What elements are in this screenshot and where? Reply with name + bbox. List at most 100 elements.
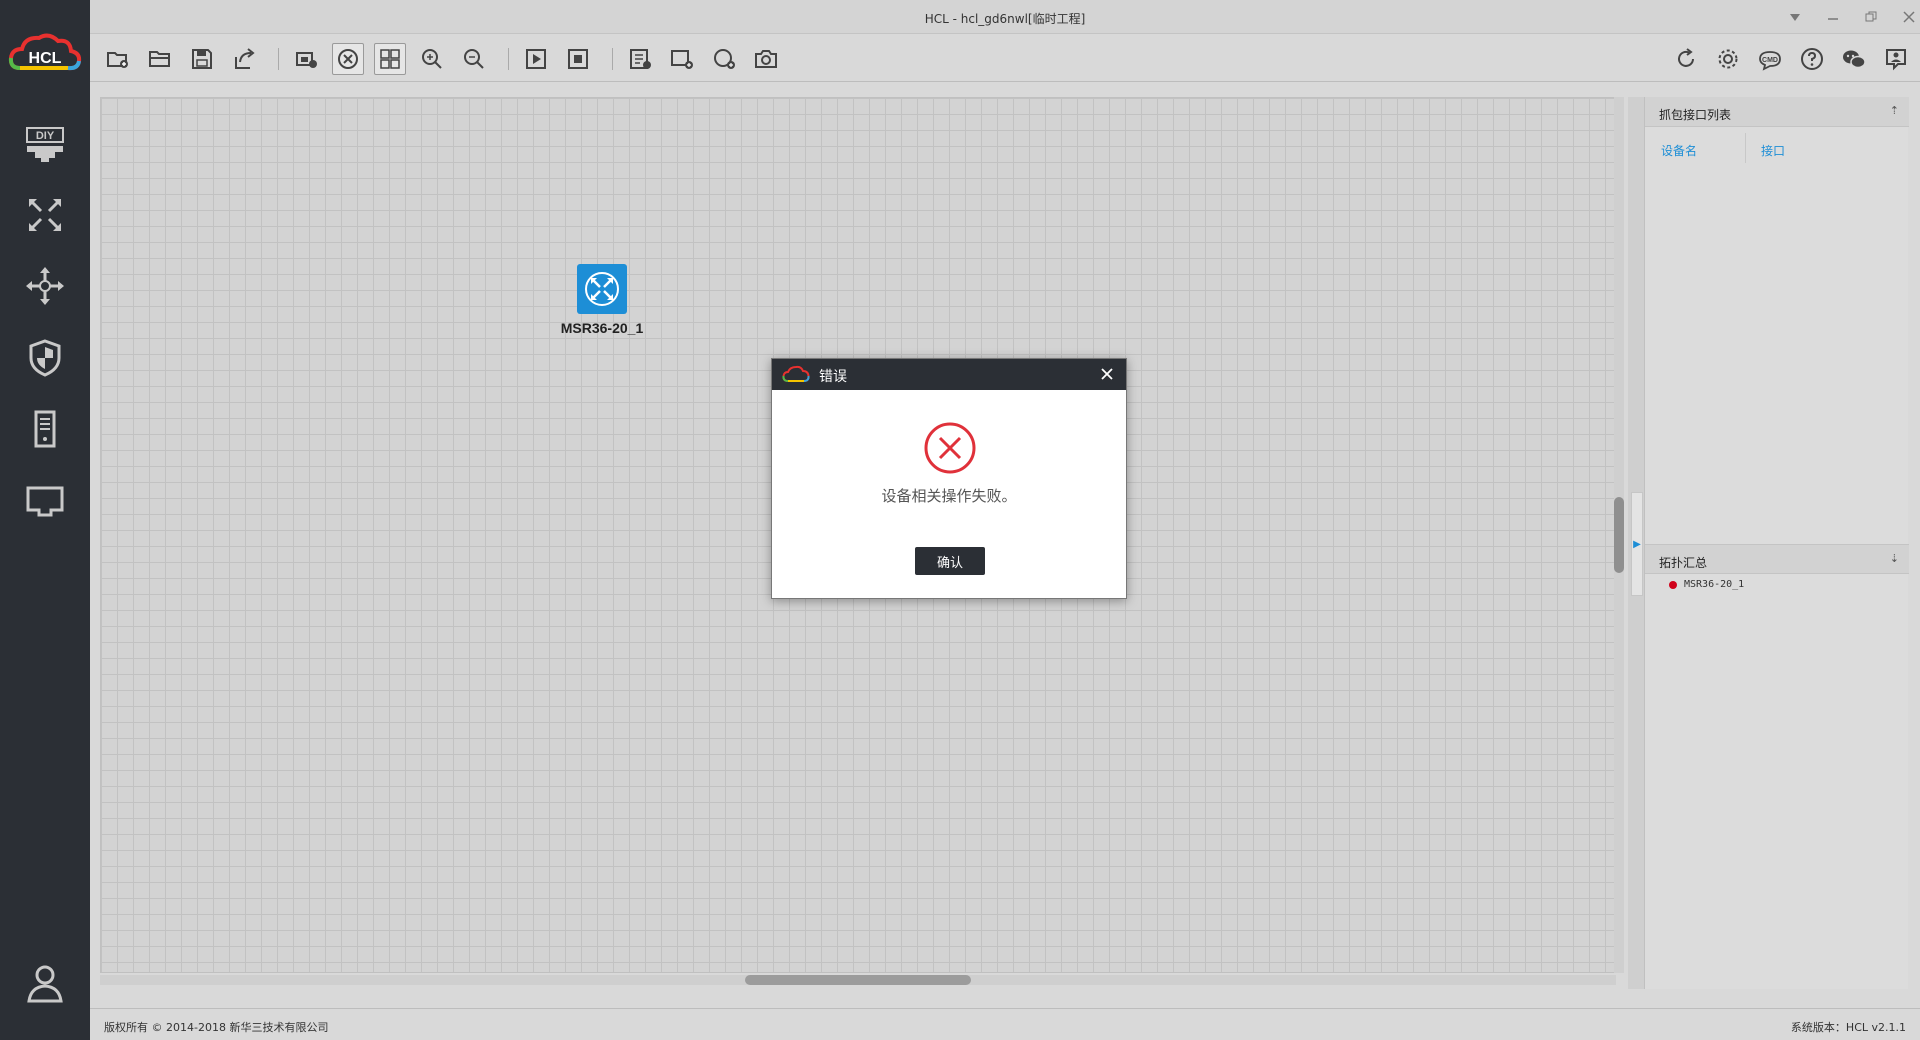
- close-button[interactable]: [1896, 6, 1920, 28]
- zoom-out-icon: [464, 49, 484, 69]
- chevron-up-icon: ⇡: [1889, 104, 1899, 117]
- close-icon: [1903, 11, 1915, 23]
- server-icon: [34, 410, 56, 448]
- svg-text:CMD: CMD: [1762, 57, 1778, 64]
- wechat-button[interactable]: [1838, 43, 1870, 75]
- vertical-scroll-thumb[interactable]: [1614, 497, 1624, 573]
- help-icon: [1801, 48, 1823, 70]
- title-bar: HCL - hcl_gd6nwl[临时工程]: [90, 0, 1920, 34]
- dialog-message: 设备相关操作失败。: [881, 487, 1017, 505]
- zoom-out-button[interactable]: [458, 43, 490, 75]
- device-node[interactable]: MSR36-20_1: [552, 264, 652, 336]
- grid-view-button[interactable]: [374, 43, 406, 75]
- minimize-button[interactable]: [1820, 6, 1846, 28]
- horizontal-scrollbar[interactable]: [100, 975, 1616, 985]
- add-ellipse-icon: [714, 49, 735, 69]
- sidebar-item-switch[interactable]: [18, 259, 72, 313]
- status-dot: [1669, 580, 1677, 589]
- list-icon: [630, 49, 651, 69]
- topology-item-label: MSR36-20_1: [1684, 579, 1745, 590]
- right-panel: 抓包接口列表 ⇡ 设备名 接口 拓扑汇总 ⇣ MSR36-20_1: [1644, 97, 1909, 989]
- settings-icon: [1718, 49, 1738, 69]
- dialog-header: 错误: [772, 359, 1126, 390]
- error-icon: [924, 422, 976, 474]
- new-project-icon: [107, 52, 128, 68]
- confirm-button[interactable]: 确认: [915, 547, 985, 575]
- open-project-icon: [149, 51, 170, 67]
- open-project-button[interactable]: [144, 43, 176, 75]
- sidebar-item-diy[interactable]: DIY: [18, 117, 72, 171]
- version-text: 系统版本：HCL v2.1.1: [1790, 1021, 1906, 1034]
- feedback-button[interactable]: [1880, 43, 1912, 75]
- hcl-cloud-icon: [782, 365, 810, 382]
- vertical-scrollbar[interactable]: [1614, 97, 1624, 973]
- sidebar-item-host[interactable]: [18, 402, 72, 456]
- close-icon: [1101, 368, 1113, 380]
- column-port[interactable]: 接口: [1761, 142, 1785, 159]
- stop-all-icon: [568, 49, 588, 69]
- zoom-in-button[interactable]: [416, 43, 448, 75]
- horizontal-scroll-thumb[interactable]: [745, 975, 971, 985]
- start-all-button[interactable]: [520, 43, 552, 75]
- collapse-panel-button[interactable]: ▶: [1631, 492, 1643, 596]
- add-rect-button[interactable]: [666, 43, 698, 75]
- error-dialog: 错误 设备相关操作失败。 确认: [771, 358, 1127, 599]
- column-device-name[interactable]: 设备名: [1661, 142, 1697, 159]
- list-button[interactable]: [624, 43, 656, 75]
- device-label: MSR36-20_1: [560, 320, 644, 336]
- refresh-icon: [1678, 48, 1694, 67]
- capture-list-title: 抓包接口列表: [1659, 108, 1732, 122]
- sidebar-item-router[interactable]: [18, 188, 72, 242]
- user-button[interactable]: [18, 956, 72, 1010]
- zoom-in-icon: [422, 49, 442, 69]
- start-all-icon: [526, 49, 546, 69]
- diy-icon: DIY: [26, 127, 64, 162]
- import-device-button[interactable]: [290, 43, 322, 75]
- minimize-icon: [1828, 18, 1838, 20]
- chevron-down-icon: ⇣: [1889, 552, 1899, 565]
- topology-list-item[interactable]: MSR36-20_1: [1669, 579, 1744, 590]
- svg-text:DIY: DIY: [36, 130, 55, 142]
- dialog-close-button[interactable]: [1096, 363, 1118, 385]
- sidebar-item-firewall[interactable]: [18, 331, 72, 385]
- help-button[interactable]: [1796, 43, 1828, 75]
- add-rect-icon: [671, 50, 693, 69]
- stop-all-button[interactable]: [562, 43, 594, 75]
- collapse-topology-button[interactable]: ⇣: [1890, 552, 1899, 565]
- shield-icon: [29, 339, 61, 377]
- new-project-button[interactable]: [102, 43, 134, 75]
- topology-view-button[interactable]: [332, 43, 364, 75]
- refresh-button[interactable]: [1670, 43, 1702, 75]
- grid-view-icon: [380, 49, 400, 69]
- save-button[interactable]: [186, 43, 218, 75]
- left-sidebar: HCL DIY: [0, 0, 90, 1040]
- topology-summary-header: 拓扑汇总 ⇣: [1645, 544, 1909, 574]
- switch-icon: [26, 267, 64, 305]
- restore-button[interactable]: [1858, 6, 1884, 28]
- connector-icon: [26, 486, 64, 517]
- user-icon: [27, 965, 63, 1003]
- sidebar-item-cable[interactable]: [18, 474, 72, 528]
- chevron-right-icon: ▶: [1633, 538, 1641, 550]
- wechat-icon: [1843, 50, 1866, 69]
- window-title: HCL - hcl_gd6nwl[临时工程]: [924, 12, 1086, 26]
- import-device-icon: [296, 52, 317, 68]
- capture-list-header: 抓包接口列表 ⇡: [1645, 97, 1909, 127]
- export-icon: [235, 48, 255, 69]
- topology-view-icon: [338, 49, 358, 69]
- add-ellipse-button[interactable]: [708, 43, 740, 75]
- collapse-capture-button[interactable]: ⇡: [1890, 104, 1899, 117]
- svg-text:HCL: HCL: [29, 50, 62, 67]
- dropdown-icon: [1790, 14, 1800, 21]
- screenshot-icon: [755, 50, 777, 68]
- copyright-text: 版权所有 © 2014-2018 新华三技术有限公司: [104, 1021, 329, 1034]
- settings-button[interactable]: [1712, 43, 1744, 75]
- window-menu-button[interactable]: [1782, 6, 1808, 28]
- restore-icon: [1865, 11, 1877, 22]
- screenshot-button[interactable]: [750, 43, 782, 75]
- cmd-button[interactable]: CMD: [1754, 43, 1786, 75]
- save-icon: [192, 49, 212, 69]
- topology-summary-title: 拓扑汇总: [1659, 556, 1708, 570]
- export-button[interactable]: [228, 43, 260, 75]
- router-icon: [29, 199, 61, 231]
